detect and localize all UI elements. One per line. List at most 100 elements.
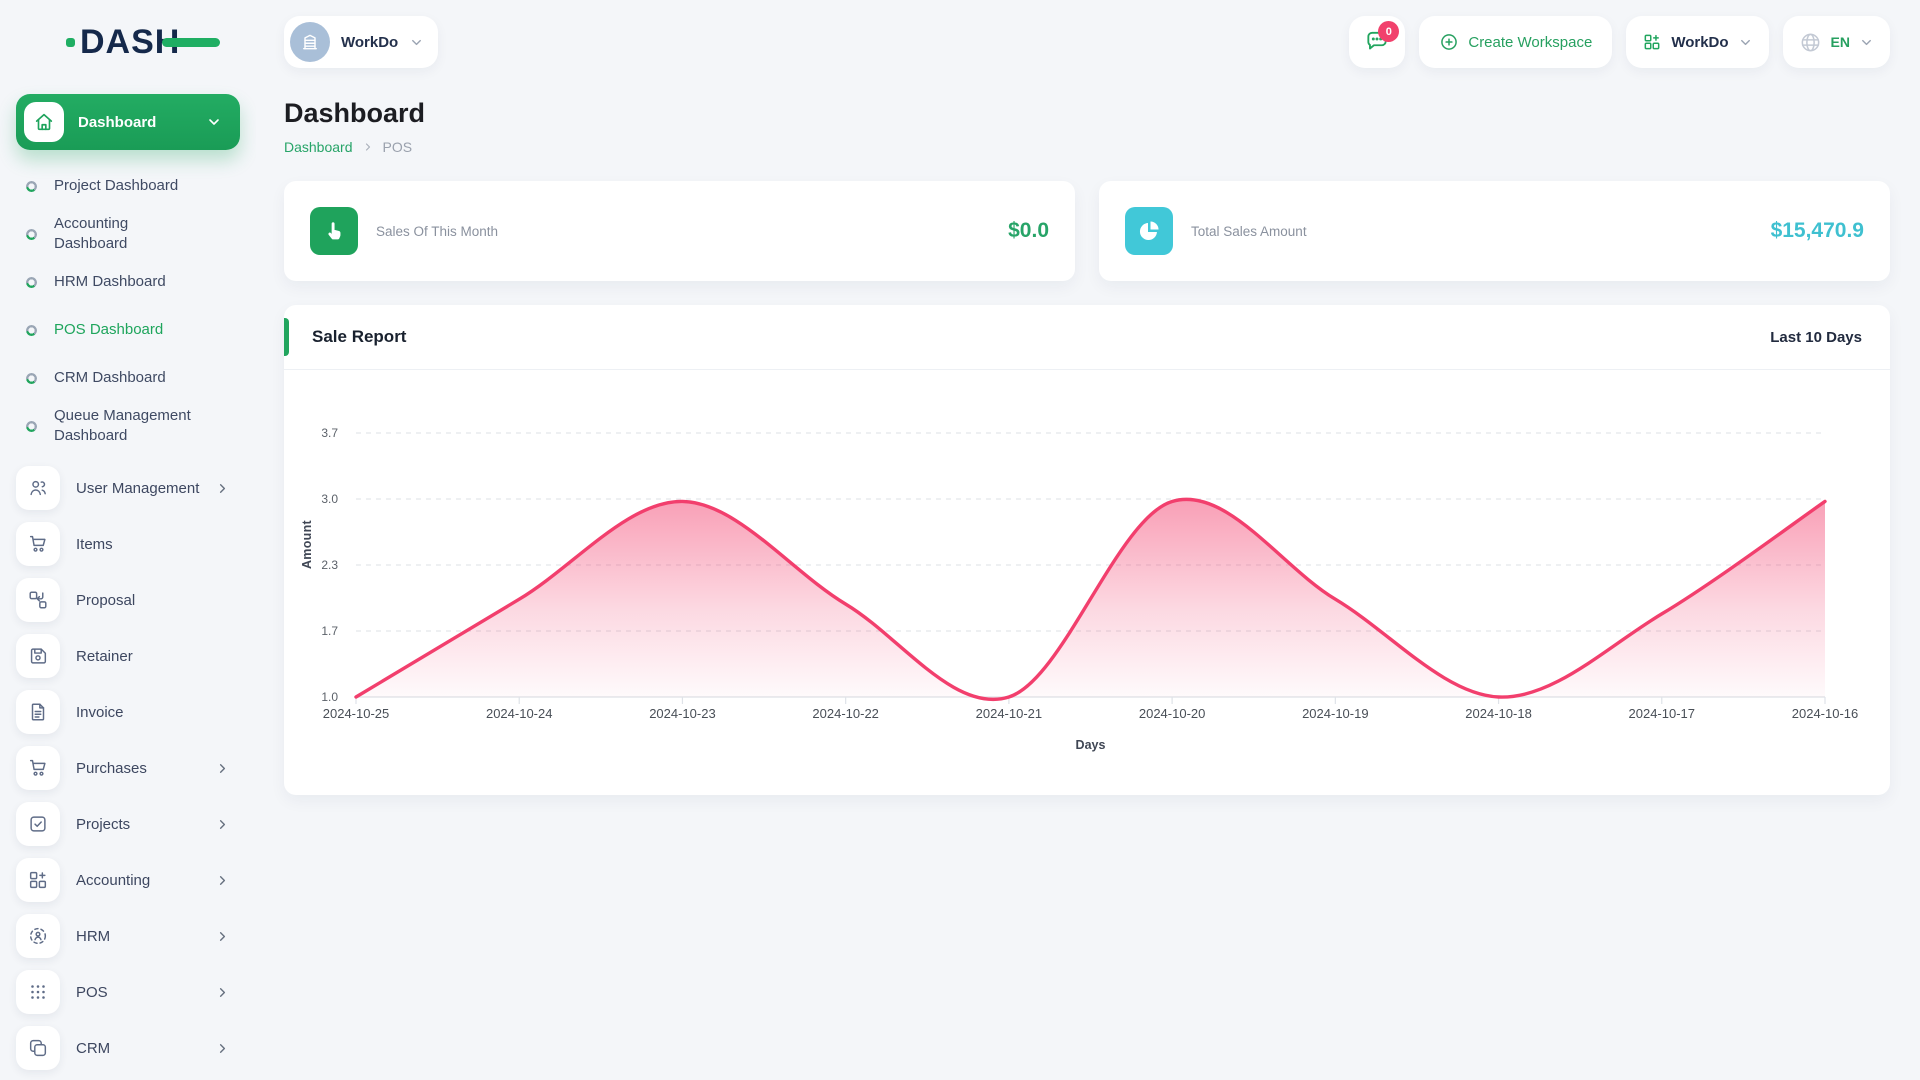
sidebar-item-dashboard[interactable]: Dashboard	[16, 94, 240, 150]
sidebar-item-projects[interactable]: Projects	[0, 796, 256, 852]
chevron-down-icon	[1862, 39, 1871, 45]
x-tick-label: 2024-10-21	[975, 706, 1043, 721]
proposal-icon	[16, 578, 60, 622]
stats-row: Sales Of This Month $0.0 Total Sales Amo…	[284, 181, 1890, 281]
save-icon	[16, 634, 60, 678]
sidebar-item-invoice[interactable]: Invoice	[0, 684, 256, 740]
sidebar-menu: User Management Items Proposal Retainer …	[0, 460, 256, 1076]
x-tick-label: 2024-10-20	[1138, 706, 1206, 721]
chevron-right-icon	[215, 873, 230, 888]
sidebar-subitem-queue-management-dashboard[interactable]: Queue Management Dashboard	[26, 402, 236, 450]
grid-plus-icon	[1644, 34, 1660, 50]
sidebar-item-items[interactable]: Items	[0, 516, 256, 572]
grid-plus-icon	[16, 858, 60, 902]
bullet-icon	[26, 228, 37, 240]
building-icon	[303, 34, 317, 50]
sale-report-range: Last 10 Days	[1770, 328, 1862, 346]
bullet-icon	[26, 324, 37, 336]
x-axis-labels: 2024-10-25 2024-10-24 2024-10-23 2024-10-22…	[323, 706, 1859, 726]
x-tick-label: 2024-10-25	[322, 706, 390, 721]
y-tick-label: 3.7	[321, 426, 338, 440]
main-content: Dashboard Dashboard POS Sales Of This Mo…	[256, 98, 1920, 795]
chevron-right-icon	[215, 481, 230, 496]
sidebar-subitem-project-dashboard[interactable]: Project Dashboard	[26, 162, 236, 210]
task-check-icon	[16, 802, 60, 846]
messages-button[interactable]: 0	[1349, 16, 1406, 68]
bullet-icon	[26, 372, 37, 384]
y-tick-label: 1.0	[321, 690, 338, 704]
tap-hand-icon	[310, 207, 358, 255]
stat-label: Total Sales Amount	[1191, 223, 1307, 239]
app-logo[interactable]: DASH	[66, 22, 220, 62]
topbar: WorkDo 0 Create Workspace WorkDo EN	[256, 0, 1920, 72]
y-tick-label: 2.3	[321, 558, 338, 572]
sidebar-item-proposal[interactable]: Proposal	[0, 572, 256, 628]
chevron-down-icon	[412, 39, 422, 45]
chevron-down-icon	[1740, 39, 1750, 45]
chevron-right-icon	[215, 761, 230, 776]
chevron-right-icon	[215, 929, 230, 944]
logo-accent-dot	[66, 38, 75, 47]
breadcrumb-current: POS	[382, 139, 413, 155]
area-chart-svg	[354, 432, 1827, 704]
person-target-icon	[16, 914, 60, 958]
sidebar-item-user-management[interactable]: User Management	[0, 460, 256, 516]
chevron-right-icon	[215, 1041, 230, 1056]
chevron-right-icon	[365, 143, 370, 151]
breadcrumb-dashboard-link[interactable]: Dashboard	[284, 139, 353, 155]
messages-badge: 0	[1378, 21, 1400, 42]
language-selector[interactable]: EN	[1782, 16, 1890, 68]
sidebar-subitem-accounting-dashboard[interactable]: Accounting Dashboard	[26, 210, 236, 258]
sale-chart-plot[interactable]	[354, 432, 1827, 704]
stat-label: Sales Of This Month	[376, 223, 499, 239]
x-tick-label: 2024-10-19	[1302, 706, 1369, 721]
sidebar-item-crm[interactable]: CRM	[0, 1020, 256, 1076]
cart-icon	[16, 522, 60, 566]
bullet-icon	[26, 180, 37, 192]
document-icon	[16, 690, 60, 734]
sale-chart: Amount 3.7 3.0 2.3 1.7 1.0 2024-10-25 2024-10…	[284, 370, 1890, 795]
sidebar-item-pos[interactable]: POS	[0, 964, 256, 1020]
dashboard-submenu: Project Dashboard Accounting Dashboard H…	[26, 162, 236, 450]
sidebar-subitem-hrm-dashboard[interactable]: HRM Dashboard	[26, 258, 236, 306]
x-tick-label: 2024-10-24	[485, 706, 553, 721]
breadcrumb: Dashboard POS	[284, 139, 1890, 155]
stat-card-sales-this-month: Sales Of This Month $0.0	[284, 181, 1075, 281]
sidebar-item-retainer[interactable]: Retainer	[0, 628, 256, 684]
workdo-menu-button[interactable]: WorkDo	[1626, 16, 1769, 68]
sidebar-subitem-pos-dashboard[interactable]: POS Dashboard	[26, 306, 236, 354]
globe-icon	[1801, 33, 1819, 51]
chevron-right-icon	[215, 817, 230, 832]
cart-icon	[16, 746, 60, 790]
dots-grid-icon	[16, 970, 60, 1014]
workspace-avatar	[290, 22, 330, 62]
x-tick-label: 2024-10-23	[649, 706, 716, 721]
stat-card-total-sales-amount: Total Sales Amount $15,470.9	[1099, 181, 1890, 281]
x-tick-label: 2024-10-18	[1465, 706, 1532, 721]
x-tick-label: 2024-10-22	[812, 706, 879, 721]
sidebar-item-purchases[interactable]: Purchases	[0, 740, 256, 796]
sidebar-item-hrm[interactable]: HRM	[0, 908, 256, 964]
sidebar-item-accounting[interactable]: Accounting	[0, 852, 256, 908]
sale-report-card: Sale Report Last 10 Days Amount 3.7 3.0 2.…	[284, 305, 1890, 795]
sale-report-header: Sale Report Last 10 Days	[284, 305, 1890, 370]
pie-chart-icon	[1125, 207, 1173, 255]
x-axis-title: Days	[1075, 738, 1106, 752]
sidebar-item-label: Dashboard	[78, 113, 157, 131]
x-tick-label: 2024-10-16	[1791, 706, 1859, 721]
plus-circle-icon	[1441, 34, 1458, 50]
stat-value: $0.0	[1008, 219, 1049, 242]
y-axis-ticks: 3.7 3.0 2.3 1.7 1.0	[284, 426, 346, 704]
x-tick-label: 2024-10-17	[1628, 706, 1696, 721]
sidebar-subitem-crm-dashboard[interactable]: CRM Dashboard	[26, 354, 236, 402]
stat-value: $15,470.9	[1770, 219, 1864, 242]
page-title: Dashboard	[284, 98, 426, 128]
sidebar: DASH Dashboard Project Dashboard Account…	[0, 0, 256, 1080]
create-workspace-button[interactable]: Create Workspace	[1419, 16, 1613, 68]
y-tick-label: 1.7	[321, 624, 338, 638]
language-code: EN	[1830, 34, 1850, 50]
workspace-switcher[interactable]: WorkDo	[284, 16, 439, 68]
users-icon	[16, 466, 60, 510]
overlap-squares-icon	[16, 1026, 60, 1070]
bullet-icon	[26, 420, 37, 432]
